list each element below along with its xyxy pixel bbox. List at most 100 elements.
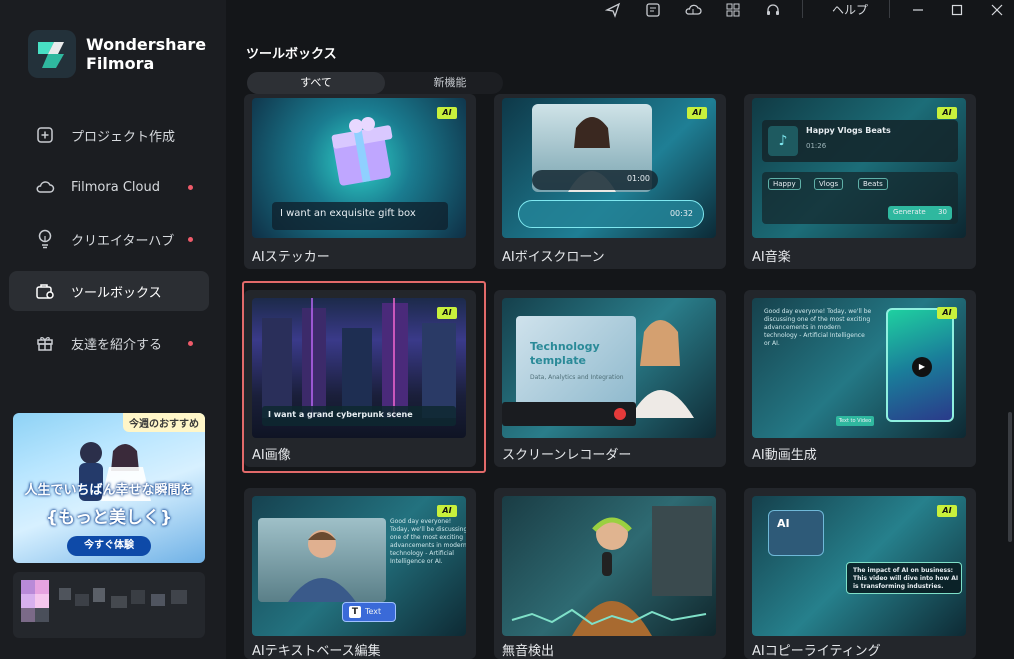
generate-button: Generate 30 [888,206,952,220]
ai-badge: AI [937,107,957,119]
sidebar-nav: プロジェクト作成 Filmora Cloud クリエイターハブ ツールボックス [9,115,209,375]
avatar-pixel [35,594,49,608]
sidebar-item-create-project[interactable]: プロジェクト作成 [9,115,209,155]
plus-square-icon [35,125,55,145]
music-tags-panel: Happy Vlogs Beats Generate 30 [762,172,958,224]
filmora-logo-icon [28,30,76,78]
tool-thumbnail: AI The impact of AI on business: This vi… [752,496,966,636]
video-preview: ▶ [886,308,954,422]
sidebar-item-label: 友達を紹介する [71,337,163,353]
help-menu[interactable]: ヘルプ [832,1,868,18]
cloud-upload-icon[interactable] [684,1,702,19]
lightbulb-icon [35,229,55,249]
record-icon [614,408,626,420]
toolbar-divider [889,0,890,18]
tool-card-ai-sticker[interactable]: I want an exquisite gift box AI AIステッカー [244,94,476,269]
tool-card-ai-music[interactable]: ♪ Happy Vlogs Beats 01:26 Happy Vlogs Be… [744,94,976,269]
ai-badge: AI [937,505,957,517]
maximize-icon[interactable] [948,1,966,19]
text-to-video-button: Text to Video [836,416,874,426]
tool-card-ai-video-generation[interactable]: Good day everyone! Today, we'll be discu… [744,290,976,467]
gift-box-illustration [331,117,393,186]
headset-icon[interactable] [764,1,782,19]
notification-dot [188,185,193,190]
promo-subheadline: {もっと美しく} [45,508,173,528]
tool-card-label: AI動画生成 [752,448,817,463]
tool-card-ai-voice-clone[interactable]: 01:00 00:32 AI AIボイスクローン [494,94,726,269]
avatar-pixel [35,608,49,622]
ai-badge: AI [937,307,957,319]
sidebar-item-refer-friend[interactable]: 友達を紹介する [9,323,209,363]
speaker-photo [258,518,386,602]
podcaster-illustration [511,506,712,636]
music-track-card: ♪ Happy Vlogs Beats 01:26 [762,120,958,162]
selection-highlight [242,281,486,473]
minimize-icon[interactable] [909,1,927,19]
avatar-pixel [21,594,35,608]
tool-card-label: スクリーンレコーダー [502,448,632,463]
notification-dot [188,341,193,346]
ai-chip-illustration: AI [768,510,824,556]
tool-card-silence-detection[interactable]: 無音検出 [494,488,726,659]
sidebar-item-toolbox[interactable]: ツールボックス [9,271,209,311]
tool-card-label: AIテキストベース編集 [252,644,381,659]
tool-card-ai-text-based-editing[interactable]: Good day everyone! Today, we'll be discu… [244,488,476,659]
blurred-name-pixel [59,588,71,600]
sidebar-item-filmora-cloud[interactable]: Filmora Cloud [9,167,209,207]
tool-thumbnail: 01:00 00:32 AI [502,98,716,238]
filter-tabs: すべて 新機能 [247,72,503,94]
blurred-name-pixel [111,596,127,608]
user-account-card[interactable] [13,572,205,638]
tool-card-label: AIコピーライティング [752,644,881,659]
sidebar-item-label: ツールボックス [71,285,162,301]
promo-banner[interactable]: 今週のおすすめ 人生でいちばん幸せな瞬間を {もっと美しく} 今すぐ体験 [13,413,205,563]
app-logo: Wondershare Filmora [28,30,206,78]
tool-card-label: AIステッカー [252,250,330,265]
promo-cta-button[interactable]: 今すぐ体験 [67,536,151,556]
prompt-box: I want an exquisite gift box [272,202,448,230]
brand-line1: Wondershare [86,35,207,54]
tool-thumbnail: Good day everyone! Today, we'll be discu… [752,298,966,438]
waveform-player: 01:00 [532,170,658,190]
gift-icon [35,333,55,353]
text-chip: Text T [342,602,396,622]
tool-card-label: AIボイスクローン [502,250,605,265]
send-icon[interactable] [604,1,622,19]
tool-thumbnail: Good day everyone! Today, we'll be discu… [252,496,466,636]
cloud-icon [35,177,55,197]
sidebar: Wondershare Filmora プロジェクト作成 Filmora Clo… [0,0,226,659]
tool-card-ai-copywriting[interactable]: AI The impact of AI on business: This vi… [744,488,976,659]
blurred-name-pixel [93,588,105,602]
avatar-pixel [35,580,49,594]
sidebar-item-label: クリエイターハブ [71,233,175,249]
close-icon[interactable] [988,1,1006,19]
tool-thumbnail: ♪ Happy Vlogs Beats 01:26 Happy Vlogs Be… [752,98,966,238]
blurred-name-pixel [75,594,89,606]
blurred-name-pixel [171,590,187,604]
blurred-name-pixel [151,594,165,606]
promo-tag: 今週のおすすめ [123,413,205,432]
notification-dot [188,237,193,242]
copy-suggestion-box: The impact of AI on business: This video… [846,562,962,594]
grid-icon[interactable] [724,1,742,19]
tool-card-label: AI音楽 [752,250,791,265]
page-title: ツールボックス [246,47,337,62]
scrollbar[interactable] [1008,412,1012,542]
tool-card-screen-recorder[interactable]: Technology template Data, Analytics and … [494,290,726,467]
avatar [21,580,35,594]
project-icon[interactable] [644,1,662,19]
toolbox-icon [35,281,55,301]
promo-headline: 人生でいちばん幸せな瞬間を [24,483,194,498]
tool-thumbnail: I want an exquisite gift box AI [252,98,466,238]
tab-all[interactable]: すべて [247,72,385,94]
sidebar-item-creator-hub[interactable]: クリエイターハブ [9,219,209,259]
slide-preview: Technology template Data, Analytics and … [516,316,636,412]
brand-line2: Filmora [86,54,155,73]
script-text: Good day everyone! Today, we'll be discu… [764,308,872,347]
ai-badge: AI [437,107,457,119]
sidebar-item-label: Filmora Cloud [71,179,160,195]
tool-thumbnail: Technology template Data, Analytics and … [502,298,716,438]
text-icon: T [349,606,361,618]
tab-new-features[interactable]: 新機能 [397,72,503,94]
tool-thumbnail [502,496,716,636]
